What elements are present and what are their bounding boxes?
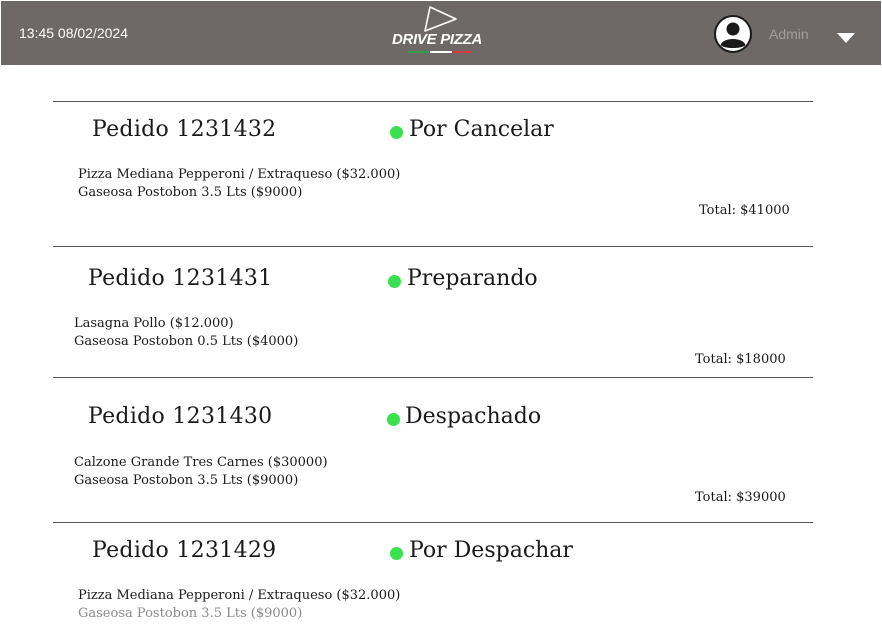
order-item: Lasagna Pollo ($12.000) (74, 316, 234, 331)
order-status: Por Despachar (390, 538, 573, 563)
user-avatar-icon[interactable] (714, 15, 752, 53)
top-bar: 13:45 08/02/2024 DRIVE PIZZA Admin (1, 1, 881, 65)
drive-pizza-logo[interactable]: DRIVE PIZZA (388, 5, 498, 57)
status-dot-icon (388, 275, 401, 288)
order-status: Despachado (387, 404, 542, 429)
order-items: Pizza Mediana Pepperoni / Extraqueso ($3… (78, 587, 400, 623)
order-item: Gaseosa Postobon 3.5 Lts ($9000) (78, 185, 303, 200)
status-dot-icon (390, 547, 403, 560)
order-status-label: Por Despachar (409, 538, 573, 563)
order-title: Pedido 1231430 (88, 404, 273, 429)
order-item: Pizza Mediana Pepperoni / Extraqueso ($3… (78, 167, 401, 182)
order-status-label: Preparando (407, 266, 538, 291)
order-item: Calzone Grande Tres Carnes ($30000) (74, 455, 328, 470)
divider (53, 522, 813, 523)
datetime: 13:45 08/02/2024 (19, 25, 128, 41)
divider (53, 377, 813, 378)
order-title: Pedido 1231431 (88, 266, 273, 291)
order-total: Total: $18000 (695, 352, 786, 367)
order-item: Gaseosa Postobon 3.5 Lts ($9000) (78, 606, 303, 621)
order-item: Gaseosa Postobon 3.5 Lts ($9000) (74, 473, 299, 488)
order-status: Por Cancelar (390, 117, 554, 142)
user-name-label[interactable]: Admin (769, 26, 809, 42)
status-dot-icon (390, 126, 403, 139)
status-dot-icon (387, 413, 400, 426)
divider (53, 101, 813, 102)
logo-text: DRIVE PIZZA (392, 31, 483, 48)
order-status-label: Despachado (405, 404, 542, 429)
divider (53, 246, 813, 247)
order-items: Lasagna Pollo ($12.000) Gaseosa Postobon… (74, 315, 298, 351)
order-status: Preparando (388, 266, 538, 291)
order-total: Total: $41000 (699, 203, 790, 218)
order-items: Pizza Mediana Pepperoni / Extraqueso ($3… (78, 166, 400, 202)
order-item: Pizza Mediana Pepperoni / Extraqueso ($3… (78, 588, 401, 603)
order-items: Calzone Grande Tres Carnes ($30000) Gase… (74, 454, 328, 490)
chevron-down-icon[interactable] (836, 29, 856, 43)
order-item: Gaseosa Postobon 0.5 Lts ($4000) (74, 334, 299, 349)
order-total: Total: $39000 (695, 490, 786, 505)
order-title: Pedido 1231432 (92, 117, 277, 142)
order-status-label: Por Cancelar (409, 117, 554, 142)
order-title: Pedido 1231429 (92, 538, 277, 563)
